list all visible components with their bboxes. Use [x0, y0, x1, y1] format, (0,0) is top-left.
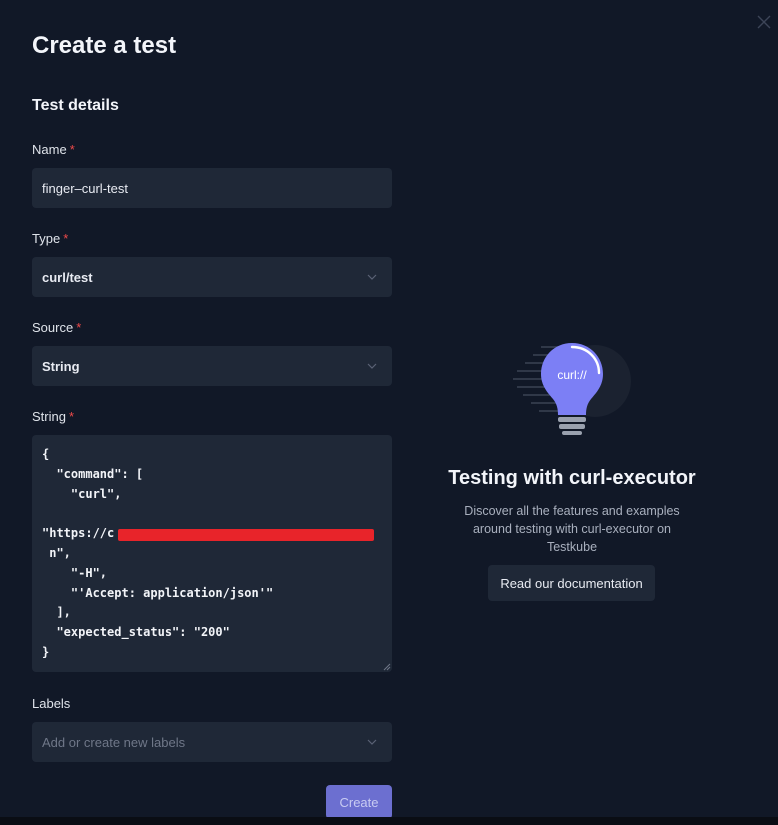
string-value: { "command": [ "curl", "https://c n", "-… — [42, 447, 274, 659]
create-button[interactable]: Create — [326, 785, 392, 819]
labels-placeholder: Add or create new labels — [42, 734, 186, 750]
source-label: Source * — [32, 320, 81, 335]
name-field[interactable]: finger–curl-test — [32, 168, 392, 208]
labels-label: Labels — [32, 696, 71, 711]
required-mark: * — [69, 142, 75, 157]
type-select[interactable]: curl/test — [32, 257, 392, 297]
window-bottom-edge — [0, 817, 778, 825]
type-label: Type * — [32, 231, 68, 246]
required-mark: * — [68, 409, 75, 424]
name-label-text: Name — [32, 142, 67, 157]
labels-select[interactable]: Add or create new labels — [32, 722, 392, 762]
chevron-down-icon — [367, 274, 377, 280]
promo-description: Discover all the features and examples a… — [464, 504, 680, 554]
read-documentation-button[interactable]: Read our documentation — [488, 565, 655, 601]
page-title: Create a test — [32, 32, 177, 59]
illustration-text: curl:// — [557, 368, 587, 382]
source-value: String — [42, 358, 80, 374]
chevron-down-icon — [367, 363, 377, 369]
type-label-text: Type — [32, 231, 61, 246]
string-textarea[interactable]: { "command": [ "curl", "https://c n", "-… — [32, 435, 392, 672]
redaction-mark — [118, 529, 374, 541]
required-mark: * — [76, 320, 82, 335]
source-select[interactable]: String — [32, 346, 392, 386]
string-label-text: String — [32, 409, 66, 424]
required-mark: * — [63, 231, 69, 246]
create-test-modal: Create a test Test details Name * finger–… — [0, 0, 778, 819]
chevron-down-icon — [367, 739, 377, 745]
close-icon[interactable] — [756, 14, 772, 30]
lightbulb-icon: curl:// — [513, 343, 631, 435]
source-label-text: Source — [32, 320, 74, 335]
promo-title: Testing with curl-executor — [448, 467, 696, 489]
name-label: Name * — [32, 142, 75, 157]
section-title: Test details — [32, 97, 119, 114]
string-label: String * — [32, 409, 74, 424]
resize-handle-icon[interactable] — [381, 661, 391, 671]
type-value: curl/test — [42, 269, 93, 285]
name-value: finger–curl-test — [42, 180, 128, 196]
